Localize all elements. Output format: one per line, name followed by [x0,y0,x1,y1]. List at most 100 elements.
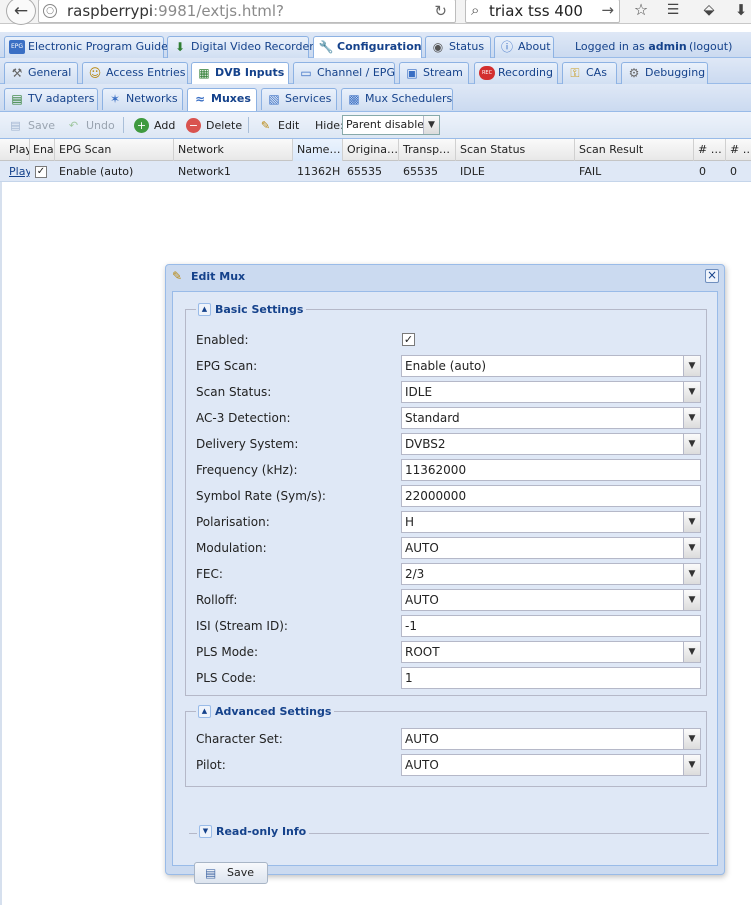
character-set-select[interactable]: AUTO ▼ [401,728,701,750]
fec-select[interactable]: 2/3 ▼ [401,563,701,585]
tab-dvb-inputs[interactable]: ▦ DVB Inputs [191,62,289,85]
form-row-modulation: Modulation: AUTO ▼ [196,537,701,559]
column-header-name[interactable]: Name… [293,139,343,161]
rolloff-select[interactable]: AUTO ▼ [401,589,701,611]
epg-scan-select[interactable]: Enable (auto) ▼ [401,355,701,377]
close-icon[interactable]: × [705,269,719,283]
tab-label: Mux Schedulers [365,92,453,105]
tab-channel-epg[interactable]: ▭ Channel / EPG [293,62,395,84]
polarisation-select[interactable]: H ▼ [401,511,701,533]
chevron-down-icon[interactable]: ▼ [683,590,700,610]
tab-services[interactable]: ▧ Services [261,88,337,110]
column-header-count-1[interactable]: # … [694,139,726,161]
modulation-select[interactable]: AUTO ▼ [401,537,701,559]
tab-access-entries[interactable]: ☺ Access Entries [82,62,188,84]
column-header-enabled[interactable]: Ena [30,139,55,161]
pls-code-field[interactable]: 1 [401,667,701,689]
field-value: 2/3 [405,567,425,581]
collapse-icon[interactable]: ▲ [198,302,211,316]
add-button[interactable]: + Add [134,117,175,134]
column-header-scan-status[interactable]: Scan Status [456,139,575,161]
search-bar[interactable]: ⌕ triax tss 400 → [465,0,620,23]
tab-mux-schedulers[interactable]: ▩ Mux Schedulers [341,88,453,110]
expand-icon[interactable]: ▼ [199,824,212,838]
chevron-down-icon[interactable]: ▼ [683,755,700,775]
field-label: EPG Scan: [196,359,258,373]
frequency-khz-field[interactable]: 11362000 [401,459,701,481]
logout-link[interactable]: (logout) [689,40,732,53]
column-header-network[interactable]: Network [174,139,293,161]
tab-status[interactable]: ◉ Status [425,36,491,58]
column-header-transport[interactable]: Transp… [399,139,456,161]
tab-general[interactable]: ⚒ General [4,62,78,84]
dialog-save-button[interactable]: ▤ Save [194,862,268,884]
dialog-header[interactable]: ✎ Edit Mux × [166,265,724,289]
chevron-down-icon[interactable]: ▼ [683,434,700,454]
symbol-rate-sym-s-field[interactable]: 22000000 [401,485,701,507]
advanced-settings-legend[interactable]: ▲ Advanced Settings [196,704,335,720]
tab-label: About [518,40,551,53]
url-host: raspberrypi [67,2,154,20]
chevron-down-icon[interactable]: ▼ [683,729,700,749]
play-link[interactable]: Play [9,165,30,178]
pocket-icon[interactable]: ⬙ [698,2,720,18]
field-label: Rolloff: [196,593,238,607]
isi-stream-id-field[interactable]: -1 [401,615,701,637]
tab-recording[interactable]: REC Recording [474,62,558,84]
table-row[interactable]: Play ✓ Enable (auto) Network1 11362H 655… [0,161,751,182]
back-icon[interactable]: ← [6,0,36,25]
readonly-info-legend[interactable]: ▼ Read-only Info [197,824,310,840]
tab-networks[interactable]: ✶ Networks [102,88,183,110]
delete-button[interactable]: − Delete [186,117,242,134]
chevron-down-icon[interactable]: ▼ [683,408,700,428]
basic-settings-legend[interactable]: ▲ Basic Settings [196,302,307,318]
tab-muxes[interactable]: ≈ Muxes [187,88,257,111]
ac-3-detection-select[interactable]: Standard ▼ [401,407,701,429]
enabled-checkbox[interactable]: ✓ [402,333,415,346]
tab-dvr[interactable]: ⬇ Digital Video Recorder [167,36,314,58]
chevron-down-icon[interactable]: ▼ [683,642,700,662]
field-label: Polarisation: [196,515,270,529]
search-input[interactable]: triax tss 400 [489,2,583,20]
reload-icon[interactable]: ↻ [434,2,447,20]
column-header-epg-scan[interactable]: EPG Scan [55,139,174,161]
save-button[interactable]: ▤ Save [8,117,55,134]
tab-label: Networks [126,92,178,105]
eye-icon: ◉ [432,40,444,54]
tab-debugging[interactable]: ⚙ Debugging [621,62,708,84]
reading-list-icon[interactable]: ☰ [662,2,684,18]
pls-mode-select[interactable]: ROOT ▼ [401,641,701,663]
field-value: IDLE [405,385,433,399]
tab-tv-adapters[interactable]: ▤ TV adapters [4,88,98,110]
enabled-checkbox[interactable]: ✓ [35,166,47,178]
tab-stream[interactable]: ▣ Stream [399,62,469,84]
column-header-scan-result[interactable]: Scan Result [575,139,694,161]
search-go-icon[interactable]: → [601,1,614,19]
scan-status-select[interactable]: IDLE ▼ [401,381,701,403]
chevron-down-icon[interactable]: ▼ [683,512,700,532]
tab-about[interactable]: ⓘ About [494,36,554,58]
delivery-system-select[interactable]: DVBS2 ▼ [401,433,701,455]
cell-play[interactable]: Play [6,161,30,182]
cell-enabled[interactable]: ✓ [30,161,55,182]
chevron-down-icon[interactable]: ▼ [683,564,700,584]
tab-cas[interactable]: ⚿ CAs [562,62,617,84]
pilot-select[interactable]: AUTO ▼ [401,754,701,776]
column-header-original[interactable]: Origina… [343,139,399,161]
chevron-down-icon[interactable]: ▼ [683,356,700,376]
column-header-play[interactable]: Play [6,139,30,161]
field-value: Enable (auto) [405,359,487,373]
download-icon[interactable]: ⬇ [730,1,751,19]
hide-filter-select[interactable]: Parent disabled ▼ [342,115,440,135]
chevron-down-icon[interactable]: ▼ [423,116,439,134]
column-header-count-2[interactable]: # … [726,139,751,161]
chevron-down-icon[interactable]: ▼ [683,382,700,402]
collapse-icon[interactable]: ▲ [198,704,211,718]
chevron-down-icon[interactable]: ▼ [683,538,700,558]
edit-button[interactable]: ✎ Edit [258,117,299,134]
tab-epg[interactable]: EPG Electronic Program Guide [4,36,168,58]
url-bar[interactable]: ○ raspberrypi:9981/extjs.html? ↻ [38,0,456,23]
tab-configuration[interactable]: 🔧 Configuration [313,36,422,59]
bookmark-star-icon[interactable]: ☆ [630,0,652,19]
undo-button[interactable]: ↶ Undo [66,117,115,134]
